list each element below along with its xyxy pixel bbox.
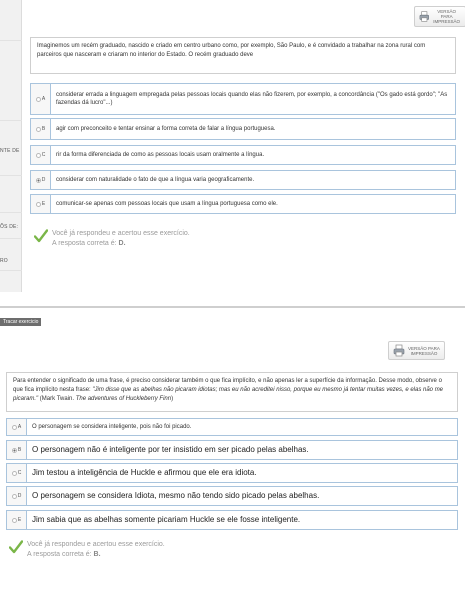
option-letter: B (17, 447, 22, 453)
radio-button[interactable]: C (31, 146, 51, 164)
answer-option-c[interactable]: C Jim testou a inteligência de Huckle e a… (6, 463, 458, 483)
sidebar-fragment-text: RO (0, 258, 8, 264)
answer-option-e[interactable]: Ecomunicar-se apenas com pessoas locais … (30, 194, 456, 214)
exercise-tab-label[interactable]: Tracar exercicio (0, 318, 42, 326)
option-letter: C (41, 152, 46, 158)
correct-answer-label: A resposta correta é: (27, 551, 92, 558)
radio-button[interactable]: A (7, 419, 27, 435)
option-text: considerar com naturalidade o fato de qu… (56, 177, 255, 183)
feedback-message: Você já respondeu e acertou esse exercíc… (52, 230, 190, 237)
radio-empty-icon (35, 201, 41, 207)
radio-empty-icon (11, 470, 17, 476)
radio-empty-icon (11, 424, 17, 430)
option-letter: D (17, 493, 22, 499)
sidebar-fragment-text: ÕS DE: (0, 224, 19, 230)
printer-icon (393, 344, 405, 357)
radio-empty-icon (35, 96, 41, 102)
answer-option-a[interactable]: Aconsiderar errada a linguagem empregada… (30, 83, 456, 115)
radio-button[interactable]: D (7, 487, 27, 505)
radio-button[interactable]: D (31, 171, 51, 189)
option-text: O personagem não é inteligente por ter i… (32, 445, 309, 454)
feedback: Você já respondeu e acertou esse exercíc… (34, 229, 190, 249)
option-text: Jim testou a inteligência de Huckle e af… (32, 468, 257, 477)
option-letter: E (17, 517, 22, 523)
answer-option-c[interactable]: Crir da forma diferenciada de como as pe… (30, 145, 456, 165)
question-text: Para entender o significado de uma frase… (6, 372, 458, 412)
radio-button[interactable]: B (31, 119, 51, 139)
radio-button[interactable]: A (31, 84, 51, 114)
option-letter: A (17, 424, 22, 430)
answer-option-d[interactable]: D O personagem se considera Idiota, mesmo… (6, 486, 458, 506)
answer-option-a[interactable]: A O personagem se considera inteligente, … (6, 418, 458, 436)
print-version-button[interactable]: VERSÃO PARA IMPRESSÃO (414, 6, 465, 27)
section-divider (0, 306, 465, 308)
answer-option-b[interactable]: Bagir com preconceito e tentar ensinar a… (30, 118, 456, 140)
sidebar-fragment (0, 0, 22, 292)
correct-answer: B. (93, 551, 101, 558)
option-letter: A (41, 96, 46, 102)
option-letter: C (17, 470, 22, 476)
sidebar-fragment-text: NTE DE (0, 148, 20, 154)
radio-empty-icon (11, 493, 17, 499)
radio-button[interactable]: E (7, 511, 27, 529)
option-letter: E (41, 201, 46, 207)
option-text: rir da forma diferenciada de como as pes… (56, 152, 265, 158)
radio-empty-icon (35, 126, 41, 132)
answer-option-e[interactable]: E Jim sabia que as abelhas somente picari… (6, 510, 458, 530)
feedback-message: Você já respondeu e acertou esse exercíc… (27, 541, 165, 548)
option-letter: B (41, 126, 46, 132)
radio-selected-icon (35, 177, 41, 183)
option-text: O personagem se considera inteligente, p… (32, 424, 192, 430)
option-letter: D (41, 177, 46, 183)
print-version-button[interactable]: VERSÃO PARA IMPRESSÃO (388, 341, 445, 360)
radio-button[interactable]: C (7, 464, 27, 482)
correct-answer-label: A resposta correta é: (52, 240, 117, 247)
question-text: Imaginemos um recém graduado, nascido e … (30, 37, 456, 74)
radio-empty-icon (35, 152, 41, 158)
option-text: O personagem se considera Idiota, mesmo … (32, 491, 320, 500)
correct-answer: D. (118, 240, 126, 247)
radio-button[interactable]: B (7, 441, 27, 459)
answer-option-b[interactable]: B O personagem não é inteligente por ter … (6, 440, 458, 460)
radio-button[interactable]: E (31, 195, 51, 213)
option-text: considerar errada a linguagem empregada … (56, 92, 448, 106)
radio-empty-icon (11, 517, 17, 523)
feedback: Você já respondeu e acertou esse exercíc… (9, 540, 165, 560)
option-text: Jim sabia que as abelhas somente picaria… (32, 515, 301, 524)
option-text: comunicar-se apenas com pessoas locais q… (56, 201, 278, 207)
option-text: agir com preconceito e tentar ensinar a … (56, 126, 276, 132)
radio-selected-icon (11, 447, 17, 453)
printer-icon (419, 11, 429, 22)
checkmark-icon (34, 229, 48, 243)
answer-option-d[interactable]: Dconsiderar com naturalidade o fato de q… (30, 170, 456, 190)
checkmark-icon (9, 540, 23, 554)
